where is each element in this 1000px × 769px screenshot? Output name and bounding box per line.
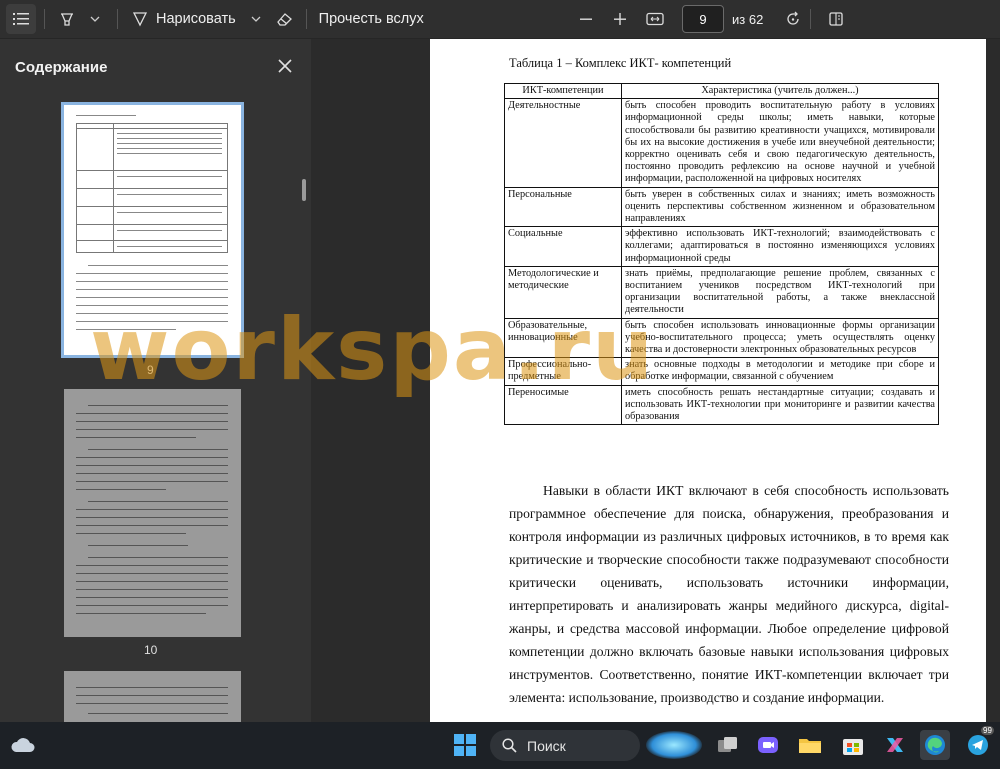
competence-category: Методологические и методические: [504, 265, 622, 319]
video-call-icon: [758, 737, 778, 753]
telegram-button[interactable]: 99: [963, 726, 994, 760]
rotate-icon: [787, 11, 799, 25]
competence-category: Образовательные, инновационные: [504, 317, 622, 359]
table-row: Деятельностные быть способен проводить во…: [504, 98, 939, 188]
table-row: Персональные быть уверен в собственных си…: [504, 186, 939, 228]
body-paragraph: Навыки в области ИКТ включают в себя спо…: [509, 483, 949, 705]
table-row: Социальные эффективно использовать ИКТ-те…: [504, 226, 939, 267]
start-button[interactable]: [450, 730, 480, 760]
draw-label: Нарисовать: [156, 11, 236, 27]
document-page: Таблица 1 – Комплекс ИКТ- компетенций ИК…: [430, 39, 986, 722]
chevron-down-icon: [251, 16, 261, 22]
store-button[interactable]: [838, 730, 868, 760]
competence-description: знать приёмы, предполагающие решение про…: [621, 265, 939, 319]
list-icon: [13, 13, 29, 25]
task-view-button[interactable]: [713, 730, 743, 760]
read-aloud-label: Прочесть вслух: [318, 11, 424, 27]
competence-category: Социальные: [504, 226, 622, 267]
competence-description: быть уверен в собственных силах и знания…: [621, 186, 939, 228]
zoom-in-button[interactable]: [606, 4, 634, 34]
search-icon: [502, 738, 517, 753]
page-current: 9: [699, 11, 707, 27]
competence-category: Персональные: [504, 186, 622, 228]
thumbnail-number: 9: [147, 363, 154, 377]
fit-width-button[interactable]: [641, 4, 669, 34]
competence-category: Деятельностные: [504, 98, 622, 188]
draw-options-button[interactable]: [242, 4, 270, 34]
pdf-viewer-app: Нарисовать Прочесть вслух 9 из 62 Содерж…: [0, 0, 1000, 769]
close-sidebar-button[interactable]: [274, 55, 296, 77]
table-header-row: ИКТ-компетенции Характеристика (учитель …: [504, 82, 939, 100]
copilot-button[interactable]: [880, 730, 910, 760]
pen-icon: [132, 12, 148, 27]
highlighter-icon: [61, 13, 73, 26]
plus-icon: [614, 13, 626, 25]
table-caption: Таблица 1 – Комплекс ИКТ- компетенций: [509, 56, 732, 70]
minus-icon: [580, 18, 592, 20]
page-number-input[interactable]: 9: [682, 5, 724, 33]
search-highlight-image[interactable]: [646, 731, 702, 759]
competence-description: знать основные подходы в методологии и м…: [621, 357, 939, 386]
store-icon: [843, 739, 863, 755]
zoom-out-button[interactable]: [572, 4, 600, 34]
eraser-icon: [276, 13, 292, 26]
two-page-icon: [829, 12, 843, 26]
close-icon: [278, 59, 292, 73]
cloud-icon: [11, 738, 35, 752]
contents-toggle-button[interactable]: [6, 4, 36, 34]
page-thumbnail-9[interactable]: [61, 102, 244, 358]
folder-icon: [799, 739, 821, 753]
windows-icon: [454, 734, 476, 756]
rotate-button[interactable]: [779, 4, 807, 34]
document-viewer[interactable]: Таблица 1 – Комплекс ИКТ- компетенций ИК…: [311, 39, 1000, 722]
toolbar: Нарисовать Прочесть вслух 9 из 62: [0, 0, 1000, 39]
table-row: Переносимые иметь способность решать нест…: [504, 384, 939, 426]
column-header: ИКТ-компетенции: [504, 82, 622, 100]
table-row: Образовательные, инновационные быть спосо…: [504, 317, 939, 359]
edge-browser-button[interactable]: [920, 730, 950, 760]
highlight-options-button[interactable]: [81, 4, 109, 34]
weather-widget[interactable]: [8, 730, 38, 760]
competence-description: эффективно использовать ИКТ-технологий; …: [621, 226, 939, 267]
contents-sidebar: Содержание 9 10: [0, 39, 311, 722]
sidebar-title: Содержание: [15, 59, 108, 76]
competence-description: быть способен проводить воспитательную р…: [621, 98, 939, 188]
telegram-icon: [968, 735, 988, 755]
read-aloud-button[interactable]: Прочесть вслух: [315, 4, 428, 34]
competence-description: иметь способность решать нестандартные с…: [621, 384, 939, 426]
competence-category: Профессионально-предметные: [504, 357, 622, 386]
search-label: Поиск: [527, 737, 566, 754]
page-view-button[interactable]: [822, 4, 850, 34]
highlight-button[interactable]: [53, 4, 81, 34]
table-row: Методологические и методические знать при…: [504, 265, 939, 319]
page-thumbnail-10[interactable]: [64, 389, 241, 637]
task-view-icon: [718, 737, 737, 752]
competence-description: быть способен использовать инновационные…: [621, 317, 939, 359]
copilot-icon: [887, 738, 903, 752]
taskbar-search[interactable]: Поиск: [490, 730, 640, 761]
fit-width-icon: [646, 12, 664, 26]
chevron-down-icon: [90, 16, 100, 22]
page-thumbnail-11[interactable]: [64, 671, 241, 722]
table-row: Профессионально-предметные знать основные…: [504, 357, 939, 386]
eraser-button[interactable]: [270, 4, 298, 34]
thumbnail-number: 10: [144, 643, 158, 657]
competence-category: Переносимые: [504, 384, 622, 426]
sidebar-scrollbar[interactable]: [302, 179, 306, 201]
ict-competences-table: ИКТ-компетенции Характеристика (учитель …: [504, 82, 939, 426]
taskbar: Поиск 99: [0, 722, 1000, 769]
page-total: из 62: [732, 12, 764, 27]
column-header: Характеристика (учитель должен...): [621, 82, 939, 100]
draw-button[interactable]: Нарисовать: [126, 4, 242, 34]
meet-app-button[interactable]: [753, 730, 783, 760]
notification-badge: 99: [981, 726, 994, 735]
edge-icon: [925, 735, 945, 755]
thumbnail-table: [76, 123, 228, 253]
file-explorer-button[interactable]: [795, 730, 825, 760]
